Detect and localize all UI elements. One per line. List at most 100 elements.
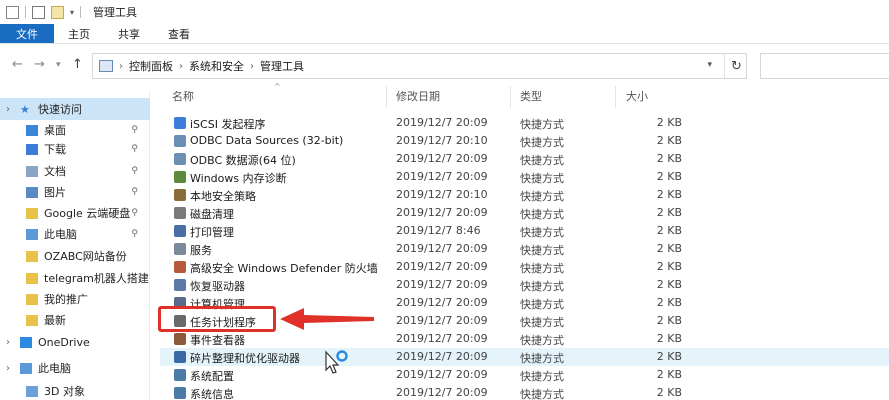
- chevron-right-icon[interactable]: ›: [119, 61, 123, 72]
- sidebar-item[interactable]: 最新: [0, 309, 150, 331]
- file-name: 系统配置: [190, 370, 234, 383]
- pin-icon[interactable]: ⚲: [131, 208, 138, 218]
- file-name: 碎片整理和优化驱动器: [190, 352, 300, 365]
- breadcrumb-admin-tools[interactable]: 管理工具: [260, 58, 304, 74]
- column-divider[interactable]: [615, 86, 616, 108]
- search-input[interactable]: [760, 53, 889, 79]
- file-list: ^ 名称 修改日期 类型 大小 iSCSI 发起程序 2019/12/7 20:0…: [160, 82, 889, 400]
- file-row[interactable]: 打印管理 2019/12/7 8:46 快捷方式 2 KB: [160, 222, 889, 240]
- folder-icon: [26, 314, 38, 326]
- file-row[interactable]: 恢复驱动器 2019/12/7 20:09 快捷方式 2 KB: [160, 276, 889, 294]
- file-date: 2019/12/7 20:09: [396, 206, 488, 219]
- cube-icon: [26, 385, 38, 397]
- sidebar-item[interactable]: › OneDrive: [0, 331, 150, 353]
- chevron-right-icon[interactable]: ›: [6, 104, 10, 115]
- file-row[interactable]: 服务 2019/12/7 20:09 快捷方式 2 KB: [160, 240, 889, 258]
- breadcrumb-control-panel[interactable]: 控制面板: [129, 58, 173, 74]
- tab-share[interactable]: 共享: [104, 24, 154, 43]
- customize-quick-access-icon[interactable]: ▾: [70, 8, 74, 17]
- window-title: 管理工具: [93, 6, 138, 19]
- sidebar-item[interactable]: 文档 ⚲: [0, 160, 150, 182]
- sidebar-item[interactable]: 下载 ⚲: [0, 138, 150, 160]
- file-size: 2 KB: [656, 170, 682, 183]
- file-type: 快捷方式: [520, 370, 564, 383]
- file-row[interactable]: 系统信息 2019/12/7 20:09 快捷方式 2 KB: [160, 384, 889, 400]
- chevron-right-icon[interactable]: ›: [250, 61, 254, 72]
- chevron-right-icon[interactable]: ›: [179, 61, 183, 72]
- chevron-down-icon[interactable]: ▾: [707, 60, 712, 70]
- file-name: 高级安全 Windows Defender 防火墙: [190, 262, 378, 275]
- chevron-right-icon[interactable]: ›: [6, 337, 10, 348]
- file-type: 快捷方式: [520, 262, 564, 275]
- up-arrow-icon[interactable]: ↑: [72, 57, 83, 72]
- sidebar-item-label: 下载: [44, 143, 66, 156]
- pin-icon[interactable]: ⚲: [131, 166, 138, 176]
- sidebar-item[interactable]: 此电脑 ⚲: [0, 223, 150, 245]
- file-size: 2 KB: [656, 188, 682, 201]
- file-size: 2 KB: [656, 314, 682, 327]
- recent-locations-icon[interactable]: ▾: [56, 60, 61, 70]
- pin-icon[interactable]: ⚲: [131, 125, 138, 135]
- shortcut-icon: [174, 135, 186, 147]
- file-date: 2019/12/7 20:09: [396, 296, 488, 309]
- new-folder-icon[interactable]: [51, 5, 64, 19]
- file-row[interactable]: 系统配置 2019/12/7 20:09 快捷方式 2 KB: [160, 366, 889, 384]
- column-divider[interactable]: [386, 86, 387, 108]
- file-row[interactable]: iSCSI 发起程序 2019/12/7 20:09 快捷方式 2 KB: [160, 114, 889, 132]
- address-bar[interactable]: › 控制面板 › 系统和安全 › 管理工具 ▾: [92, 53, 747, 79]
- folder-icon: [26, 250, 38, 262]
- file-row[interactable]: 事件查看器 2019/12/7 20:09 快捷方式 2 KB: [160, 330, 889, 348]
- folder-icon[interactable]: [6, 5, 19, 19]
- file-size: 2 KB: [656, 368, 682, 381]
- sidebar-item[interactable]: 图片 ⚲: [0, 181, 150, 203]
- file-size: 2 KB: [656, 278, 682, 291]
- column-header-date[interactable]: 修改日期: [396, 88, 440, 104]
- sidebar-item-label: 图片: [44, 186, 66, 199]
- sidebar-item[interactable]: telegram机器人搭建: [0, 267, 150, 289]
- file-row[interactable]: 高级安全 Windows Defender 防火墙 2019/12/7 20:09…: [160, 258, 889, 276]
- column-divider[interactable]: [510, 86, 511, 108]
- pin-icon[interactable]: ⚲: [131, 187, 138, 197]
- file-type: 快捷方式: [520, 190, 564, 203]
- title-bar: ▾ 管理工具: [0, 0, 889, 24]
- column-header-type[interactable]: 类型: [520, 88, 542, 104]
- control-panel-icon: [99, 60, 113, 72]
- file-row[interactable]: 本地安全策略 2019/12/7 20:10 快捷方式 2 KB: [160, 186, 889, 204]
- file-row[interactable]: Windows 内存诊断 2019/12/7 20:09 快捷方式 2 KB: [160, 168, 889, 186]
- file-size: 2 KB: [656, 206, 682, 219]
- column-header-size[interactable]: 大小: [626, 88, 648, 104]
- chevron-right-icon[interactable]: ›: [6, 363, 10, 374]
- sidebar-item-label: 我的推广: [44, 293, 88, 306]
- sidebar-item[interactable]: 我的推广: [0, 288, 150, 310]
- tab-home[interactable]: 主页: [54, 24, 104, 43]
- file-row[interactable]: ODBC Data Sources (32-bit) 2019/12/7 20:1…: [160, 132, 889, 150]
- breadcrumb-system-security[interactable]: 系统和安全: [189, 58, 244, 74]
- file-date: 2019/12/7 20:10: [396, 134, 488, 147]
- refresh-icon[interactable]: ↻: [724, 54, 748, 78]
- file-row[interactable]: 碎片整理和优化驱动器 2019/12/7 20:09 快捷方式 2 KB: [160, 348, 889, 366]
- file-row[interactable]: 磁盘清理 2019/12/7 20:09 快捷方式 2 KB: [160, 204, 889, 222]
- tab-file[interactable]: 文件: [0, 24, 54, 43]
- forward-arrow-icon[interactable]: →: [34, 57, 45, 72]
- tab-view[interactable]: 查看: [154, 24, 204, 43]
- properties-icon[interactable]: [32, 5, 45, 19]
- file-name: iSCSI 发起程序: [190, 118, 266, 131]
- file-name: ODBC Data Sources (32-bit): [190, 134, 344, 147]
- pin-icon[interactable]: ⚲: [131, 144, 138, 154]
- sidebar-item-label: OZABC网站备份: [44, 250, 127, 263]
- column-header-name[interactable]: 名称: [172, 88, 194, 104]
- file-type: 快捷方式: [520, 118, 564, 131]
- file-name: 系统信息: [190, 388, 234, 400]
- sidebar-item[interactable]: 3D 对象: [0, 380, 150, 400]
- sidebar-item[interactable]: Google 云端硬盘 ⚲: [0, 202, 150, 224]
- folder-icon: [26, 293, 38, 305]
- sidebar-item[interactable]: › ★ 快速访问: [0, 98, 150, 120]
- back-arrow-icon[interactable]: ←: [12, 57, 23, 72]
- sidebar-item-label: 此电脑: [38, 362, 71, 375]
- file-row[interactable]: ODBC 数据源(64 位) 2019/12/7 20:09 快捷方式 2 KB: [160, 150, 889, 168]
- cloud-icon: [20, 336, 32, 348]
- sidebar-item[interactable]: › 此电脑: [0, 357, 150, 379]
- pin-icon[interactable]: ⚲: [131, 229, 138, 239]
- sidebar-item[interactable]: OZABC网站备份: [0, 245, 150, 267]
- file-name: 磁盘清理: [190, 208, 234, 221]
